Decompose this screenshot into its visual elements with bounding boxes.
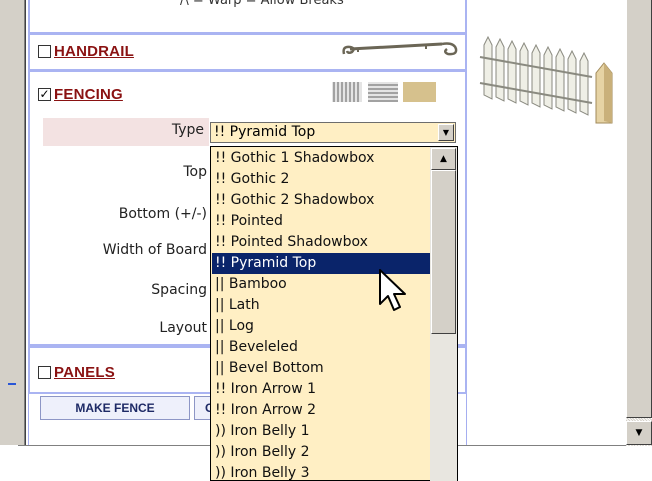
left-marker — [8, 383, 16, 385]
dropdown-item[interactable]: !! Gothic 2 — [212, 169, 432, 190]
arrow-cursor-icon — [379, 269, 406, 311]
type-select-value: !! Pyramid Top — [214, 124, 316, 140]
make-fence-button[interactable]: MAKE FENCE — [40, 396, 190, 420]
handrail-scroll-icon[interactable] — [338, 40, 462, 64]
type-dropdown-list[interactable]: !! Gothic 1 Shadowbox !! Gothic 2 !! Got… — [210, 146, 458, 481]
dropdown-item[interactable]: )) Iron Belly 3 — [212, 463, 432, 480]
type-label-overlay: Type — [171, 122, 204, 138]
bottom-label: Bottom (+/-) — [118, 206, 207, 222]
panels-label[interactable]: PANELS — [54, 364, 115, 381]
top-options-text: /\ = Warp = Allow Breaks — [180, 0, 344, 8]
fencing-checkbox[interactable]: ✓ — [38, 88, 51, 101]
section-handrail: HANDRAIL — [28, 33, 467, 71]
main-scroll-thumb[interactable] — [626, 0, 652, 418]
handrail-checkbox[interactable] — [38, 45, 51, 58]
dropdown-item[interactable]: || Log — [212, 316, 432, 337]
scroll-up-icon[interactable]: ▲ — [431, 148, 456, 170]
layout-label: Layout — [159, 320, 207, 336]
dropdown-item[interactable]: !! Iron Arrow 2 — [212, 400, 432, 421]
dropdown-item[interactable]: !! Gothic 2 Shadowbox — [212, 190, 432, 211]
dropdown-item[interactable]: !! Iron Arrow 1 — [212, 379, 432, 400]
type-select[interactable]: !! Pyramid Top ▼ — [210, 122, 456, 143]
handrail-label[interactable]: HANDRAIL — [54, 43, 134, 60]
scroll-down-icon[interactable]: ▼ — [626, 421, 652, 445]
chevron-down-icon[interactable]: ▼ — [438, 124, 454, 141]
picket-fence-preview — [479, 35, 613, 124]
panels-checkbox[interactable] — [38, 366, 51, 379]
dropdown-item[interactable]: !! Pointed — [212, 211, 432, 232]
section-top-partial: /\ = Warp = Allow Breaks — [28, 0, 467, 34]
top-label: Top — [183, 164, 207, 180]
dropdown-item[interactable]: || Bevel Bottom — [212, 358, 432, 379]
solid-panel-icon[interactable] — [403, 82, 436, 102]
spacing-label: Spacing — [151, 282, 207, 298]
window-left-frame — [0, 0, 26, 446]
width-of-board-label: Width of Board — [102, 242, 207, 258]
dropdown-item[interactable]: !! Pointed Shadowbox — [212, 232, 432, 253]
vertical-boards-icon[interactable] — [332, 82, 362, 102]
dropdown-item[interactable]: )) Iron Belly 2 — [212, 442, 432, 463]
dropdown-item[interactable]: || Beveleled — [212, 337, 432, 358]
horizontal-boards-icon[interactable] — [368, 82, 398, 102]
fencing-label[interactable]: FENCING — [54, 86, 123, 103]
dropdown-scroll-thumb[interactable] — [431, 170, 456, 334]
dropdown-item[interactable]: !! Gothic 1 Shadowbox — [212, 148, 432, 169]
dropdown-item[interactable]: )) Iron Belly 1 — [212, 421, 432, 442]
